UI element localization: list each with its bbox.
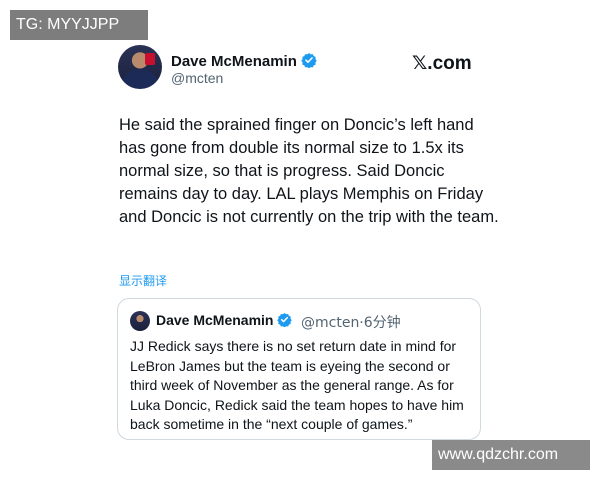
- watermark-top: TG: MYYJJPP: [10, 10, 148, 40]
- site-brand-logo: 𝕏.com: [412, 53, 472, 74]
- quoted-author-name: Dave McMenamin: [156, 312, 274, 328]
- quoted-post-card[interactable]: Dave McMenamin @mcten·6分钟 JJ Redick says…: [117, 298, 481, 440]
- quoted-post-text: JJ Redick says there is no set return da…: [130, 338, 464, 432]
- verified-badge-icon: [277, 312, 293, 330]
- post-text: He said the sprained finger on Doncic’s …: [119, 116, 499, 226]
- nba-logo-icon: [145, 53, 155, 65]
- quoted-author-avatar: [130, 311, 150, 331]
- verified-badge-icon: [301, 52, 317, 72]
- screenshot-page: TG: MYYJJPP Dave McMenamin @mcten 𝕏.com …: [0, 0, 600, 480]
- watermark-top-text: TG: MYYJJPP: [16, 16, 120, 33]
- quoted-handle-time: @mcten·6分钟: [301, 315, 401, 331]
- author-name[interactable]: Dave McMenamin: [171, 53, 297, 70]
- watermark-bottom: www.qdzchr.com: [432, 440, 590, 470]
- author-name-row[interactable]: Dave McMenamin: [171, 52, 317, 72]
- author-avatar[interactable]: [118, 45, 162, 89]
- show-translation-link[interactable]: 显示翻译: [119, 272, 167, 289]
- quoted-author-name-row: Dave McMenamin: [156, 312, 293, 330]
- watermark-bottom-text: www.qdzchr.com: [438, 446, 559, 463]
- author-handle[interactable]: @mcten: [171, 70, 223, 86]
